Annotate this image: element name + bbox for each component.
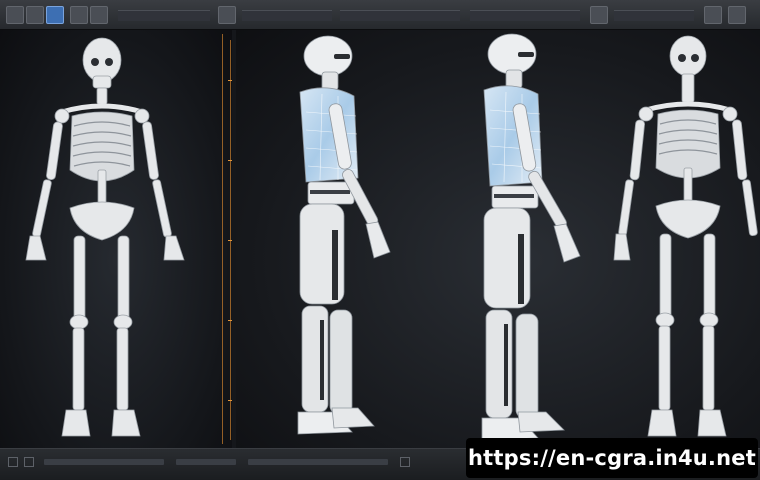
toolbar-option-strip[interactable] — [118, 10, 210, 21]
armored-figure-2 — [481, 33, 581, 441]
armored-figure-1 — [297, 35, 391, 435]
snap-icon[interactable] — [218, 6, 236, 24]
frame-field[interactable] — [176, 459, 236, 465]
stop-icon[interactable] — [24, 457, 34, 467]
watermark-text: https://en-cgra.in4u.net — [468, 446, 756, 470]
camera-icon[interactable] — [704, 6, 722, 24]
guide-tick — [228, 160, 232, 161]
toolbar-field-2[interactable] — [470, 10, 580, 21]
app-menu-icon[interactable] — [6, 6, 24, 24]
left-viewport[interactable] — [0, 30, 232, 448]
select-tool-icon[interactable] — [26, 6, 44, 24]
play-icon[interactable] — [8, 457, 18, 467]
watermark-banner: https://en-cgra.in4u.net — [466, 438, 758, 478]
status-strip — [248, 459, 388, 465]
settings-icon[interactable] — [728, 6, 746, 24]
skeleton-front-figure — [25, 37, 185, 437]
guide-tick — [228, 80, 232, 81]
move-tool-icon[interactable] — [46, 6, 64, 24]
toolbar-field[interactable] — [242, 10, 332, 21]
viewport-guide-line — [222, 34, 223, 444]
main-viewport[interactable] — [236, 30, 760, 448]
render-icon[interactable] — [590, 6, 608, 24]
scale-tool-icon[interactable] — [90, 6, 108, 24]
guide-tick — [228, 400, 232, 401]
top-toolbar — [0, 0, 760, 30]
guide-tick — [228, 320, 232, 321]
timeline-scrubber[interactable] — [44, 459, 164, 465]
armored-figures-group — [297, 33, 758, 441]
skeleton-front-right — [613, 35, 758, 437]
toolbar-field-3[interactable] — [614, 10, 694, 21]
rotate-tool-icon[interactable] — [70, 6, 88, 24]
guide-tick — [228, 240, 232, 241]
toolbar-status-strip — [340, 10, 460, 21]
key-icon[interactable] — [400, 457, 410, 467]
